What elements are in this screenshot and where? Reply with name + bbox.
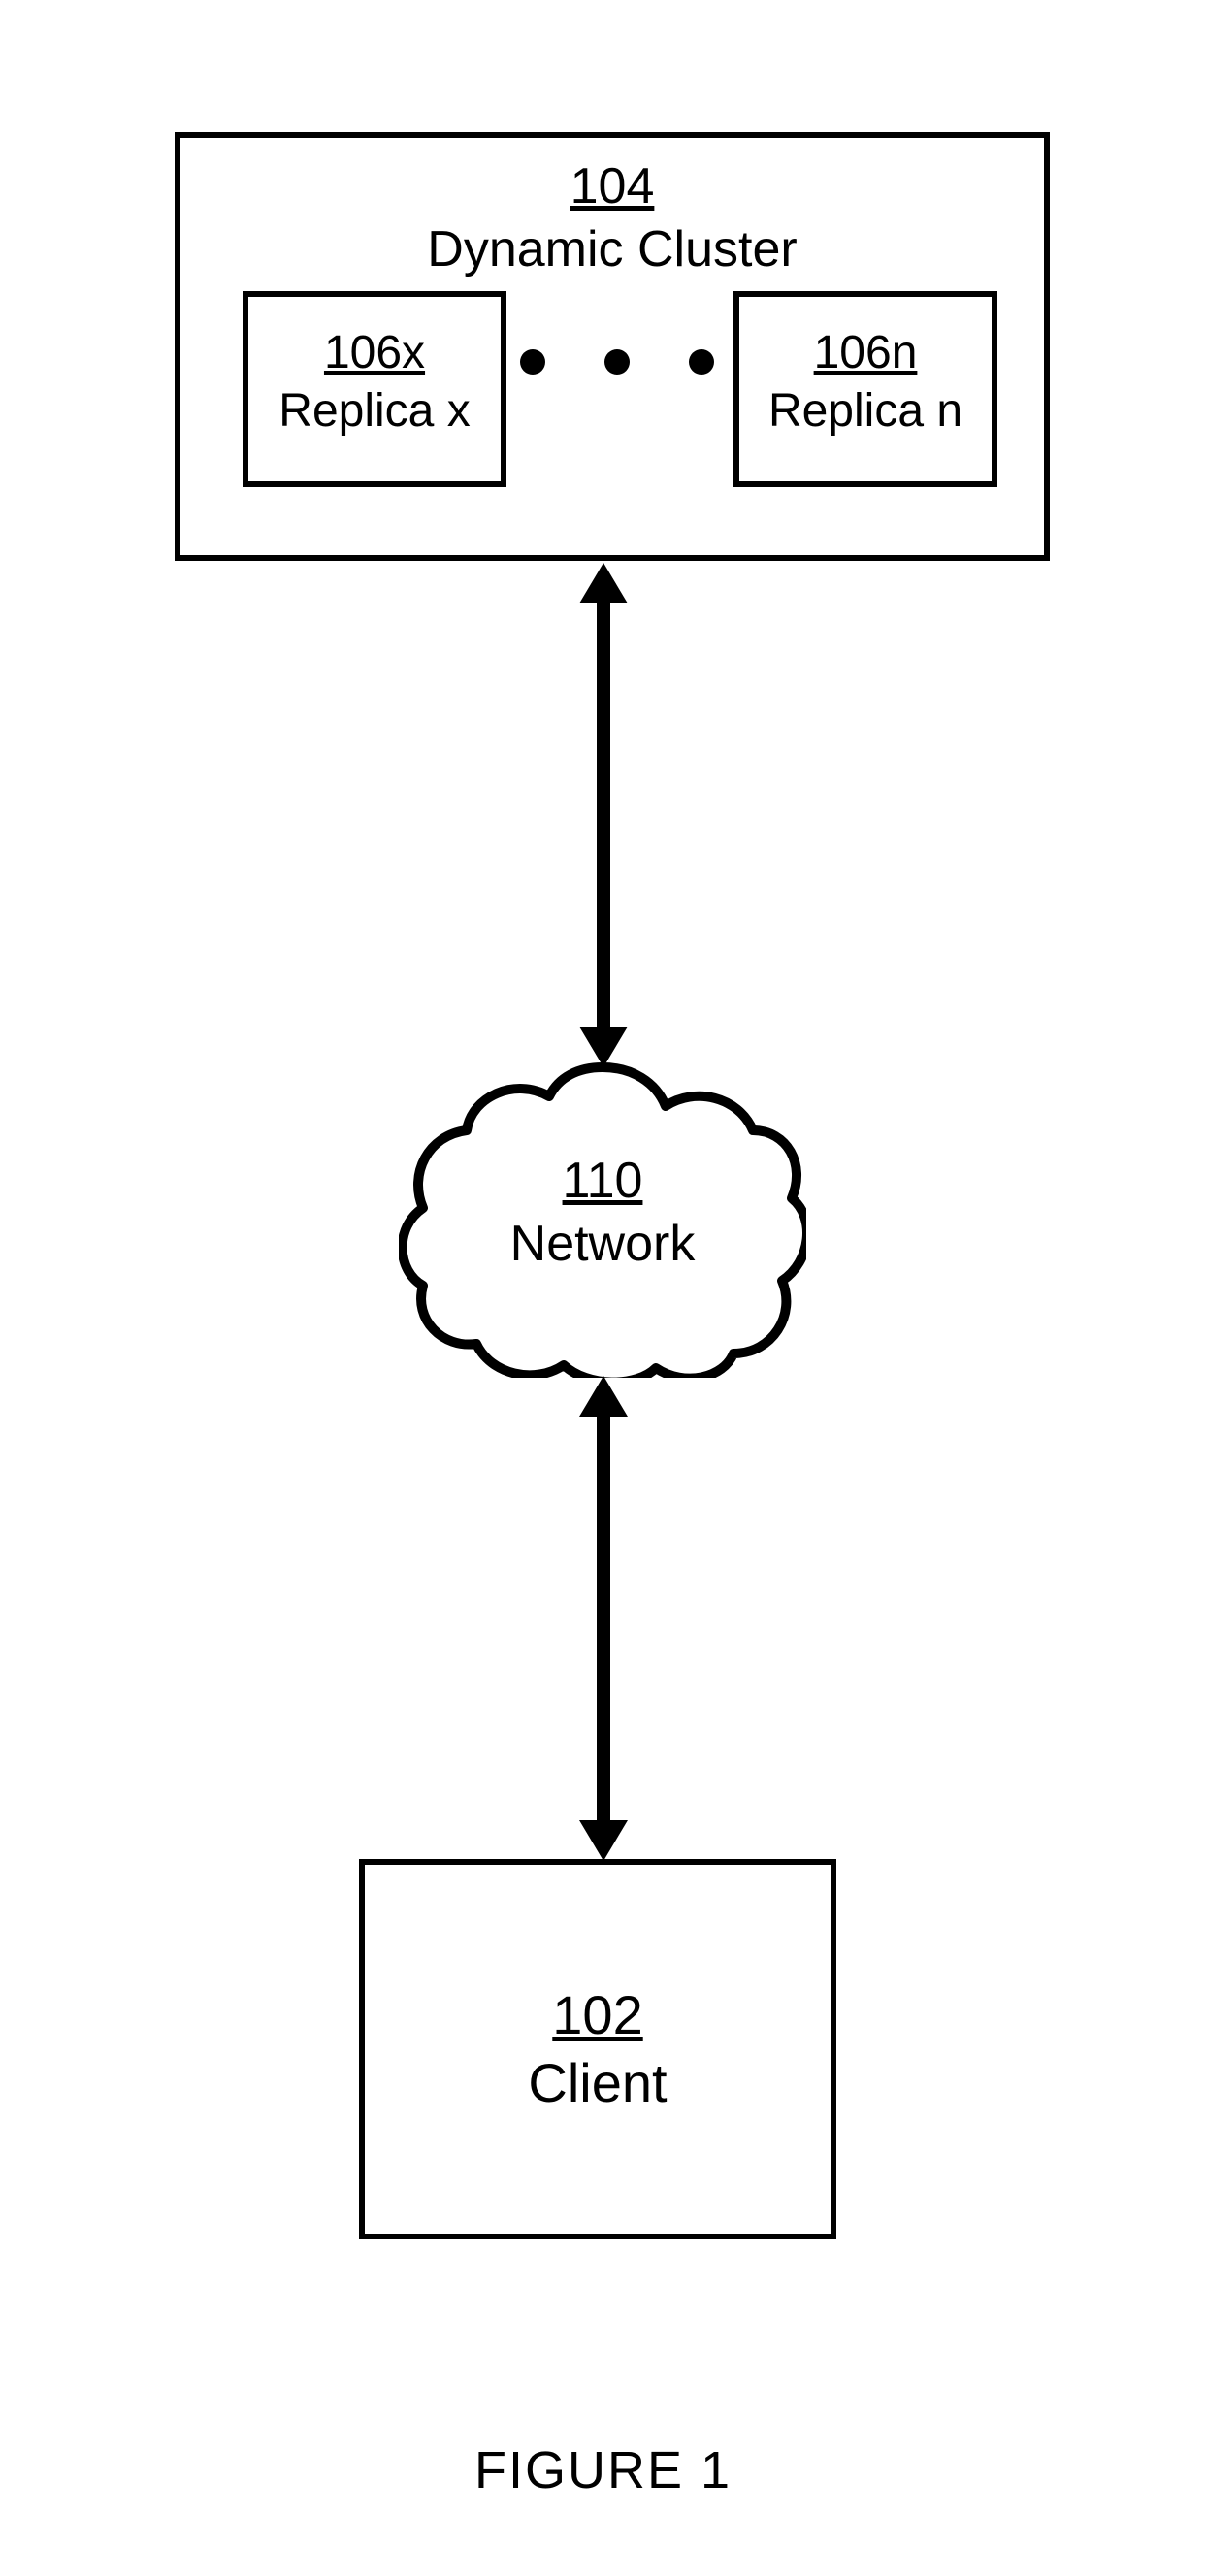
replica-x-box: 106x Replica x xyxy=(243,291,506,487)
figure-caption: FIGURE 1 xyxy=(0,2440,1206,2500)
network-cloud: 110 Network xyxy=(399,1053,806,1378)
cluster-header: 104 Dynamic Cluster xyxy=(180,155,1044,281)
cluster-label: Dynamic Cluster xyxy=(427,221,797,277)
client-text: 102 Client xyxy=(365,1981,831,2117)
client-box: 102 Client xyxy=(359,1859,836,2239)
figure-canvas: 104 Dynamic Cluster 106x Replica x 106n … xyxy=(0,0,1206,2576)
dot-icon xyxy=(604,349,630,375)
dot-icon xyxy=(520,349,545,375)
replica-n-label: Replica n xyxy=(768,385,962,437)
arrow-head-up-icon xyxy=(579,1376,628,1417)
arrow-head-down-icon xyxy=(579,1820,628,1861)
replica-x-text: 106x Replica x xyxy=(248,324,501,440)
replica-x-label: Replica x xyxy=(278,385,470,437)
cluster-ref: 104 xyxy=(570,158,655,214)
arrow-head-up-icon xyxy=(579,563,628,603)
network-text: 110 Network xyxy=(399,1150,806,1276)
client-label: Client xyxy=(528,2052,667,2113)
network-ref: 110 xyxy=(563,1153,643,1209)
replica-x-ref: 106x xyxy=(324,327,425,378)
dot-icon xyxy=(689,349,714,375)
replica-n-ref: 106n xyxy=(814,327,918,378)
ellipsis-icon xyxy=(520,349,714,375)
network-label: Network xyxy=(510,1216,696,1272)
client-ref: 102 xyxy=(552,1984,642,2045)
arrow-cluster-network xyxy=(597,600,610,1027)
replica-n-text: 106n Replica n xyxy=(739,324,992,440)
arrow-network-client xyxy=(597,1413,610,1820)
replica-n-box: 106n Replica n xyxy=(733,291,997,487)
